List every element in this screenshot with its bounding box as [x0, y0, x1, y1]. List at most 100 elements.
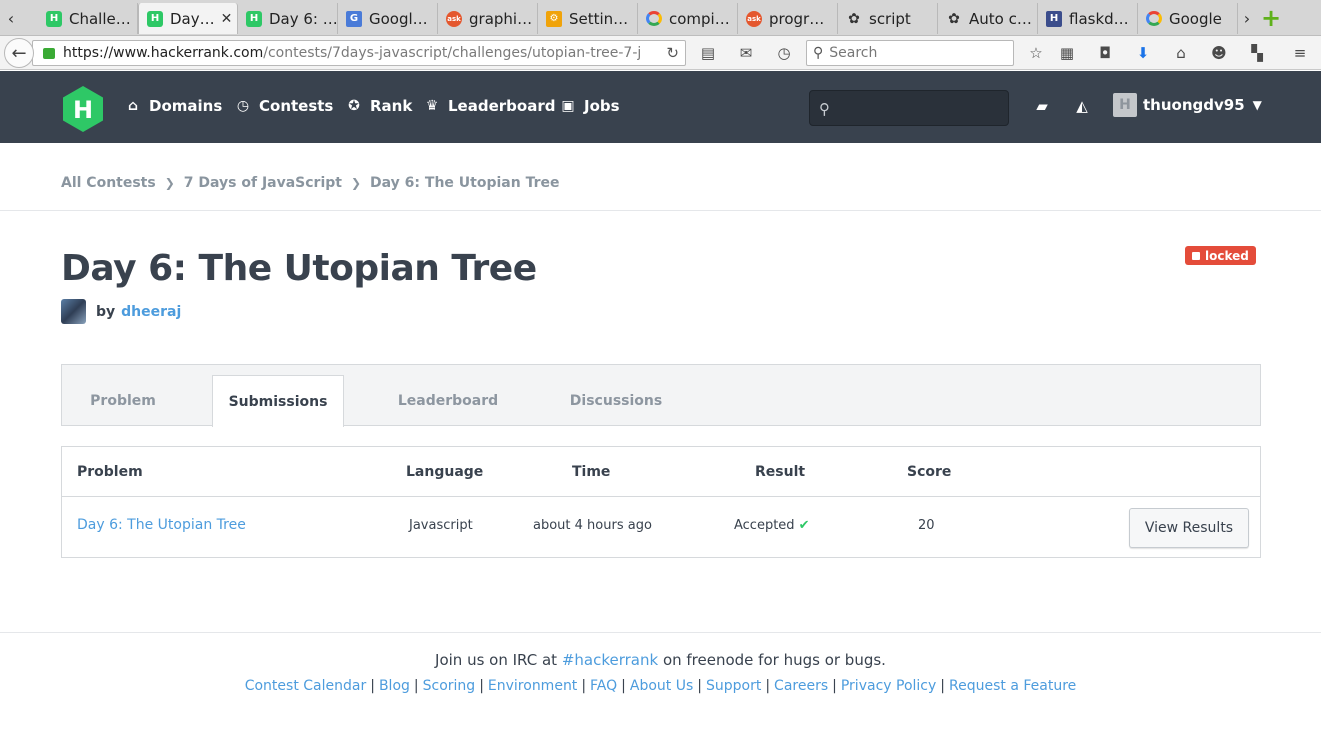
tab-leaderboard[interactable]: Leaderboard	[372, 375, 524, 427]
ask-icon: ask	[446, 10, 462, 27]
menu-icon[interactable]: ≡	[1290, 43, 1310, 63]
messages-icon[interactable]: ▰	[1032, 96, 1052, 116]
tab-title: Googl…	[369, 9, 428, 28]
bookmarks-list-icon[interactable]: ▦	[1057, 43, 1077, 63]
username: thuongdv95	[1143, 96, 1245, 114]
footer-link-faq[interactable]: FAQ	[590, 678, 617, 694]
header-score: Score	[907, 464, 952, 480]
tab-problem[interactable]: Problem	[62, 375, 184, 427]
tab-title: script	[869, 9, 911, 28]
back-button[interactable]: ←	[4, 38, 34, 68]
mail-icon[interactable]: ✉	[736, 43, 756, 63]
download-icon[interactable]: ⬇	[1133, 43, 1153, 63]
home-icon: ⌂	[127, 98, 139, 114]
browser-nav-bar: https://www.hackerrank.com/contests/7day…	[0, 36, 1321, 70]
new-tab-icon[interactable]: +	[1259, 4, 1283, 32]
pocket-icon[interactable]: ◘	[1095, 43, 1115, 63]
settings-icon: ⚙	[546, 10, 562, 27]
footer-link-careers[interactable]: Careers	[774, 678, 828, 694]
site-search-input[interactable]: ⚲	[809, 90, 1009, 126]
separator: |	[832, 678, 837, 694]
user-menu[interactable]: H thuongdv95 ▼	[1113, 93, 1262, 117]
tab-submissions[interactable]: Submissions	[212, 375, 344, 427]
browser-tab[interactable]: ask graphi…	[438, 3, 538, 34]
table-header: Problem Language Time Result Score	[62, 447, 1260, 497]
nav-contests[interactable]: ◷ Contests	[234, 97, 333, 115]
nav-domains[interactable]: ⌂ Domains	[124, 97, 222, 115]
browser-tab[interactable]: Google	[1138, 3, 1238, 34]
browser-tab[interactable]: G Googl…	[338, 3, 438, 34]
tab-title: flaskd…	[1069, 9, 1129, 28]
view-results-button[interactable]: View Results	[1129, 508, 1249, 548]
footer-link-support[interactable]: Support	[706, 678, 761, 694]
tab-scroll-right-icon[interactable]: ›	[1238, 0, 1256, 36]
browser-tab[interactable]: ✿ script	[838, 3, 938, 34]
header-language: Language	[406, 464, 484, 480]
separator: |	[413, 678, 419, 694]
browser-tab[interactable]: compi…	[638, 3, 738, 34]
irc-channel-link[interactable]: #hackerrank	[562, 651, 658, 669]
tab-discussions[interactable]: Discussions	[544, 375, 688, 427]
problem-link[interactable]: Day 6: The Utopian Tree	[77, 517, 246, 533]
nav-label: Leaderboard	[448, 97, 556, 115]
browser-tab-bar: ‹ H Challe… H Day… ✕ H Day 6: … G Googl……	[0, 0, 1321, 36]
nav-label: Contests	[259, 97, 334, 115]
browser-tab[interactable]: ⚙ Settin…	[538, 3, 638, 34]
url-bar[interactable]: https://www.hackerrank.com/contests/7day…	[32, 40, 686, 66]
irc-suffix: on freenode for hugs or bugs.	[662, 651, 886, 669]
back-arrow-icon: ←	[11, 42, 27, 64]
breadcrumb-contest[interactable]: 7 Days of JavaScript	[184, 175, 342, 191]
nav-label: Jobs	[584, 97, 620, 115]
grid-icon[interactable]: ▚	[1247, 43, 1267, 63]
checkmark-icon: ✔	[798, 518, 810, 533]
reload-icon[interactable]: ↻	[666, 44, 679, 62]
google-translate-icon: G	[346, 10, 362, 27]
bookmark-star-icon[interactable]: ☆	[1026, 43, 1046, 63]
nav-rank[interactable]: ✪ Rank	[345, 97, 412, 115]
history-icon[interactable]: ◷	[774, 43, 794, 63]
footer-link-contest-calendar[interactable]: Contest Calendar	[245, 678, 367, 694]
browser-tab[interactable]: H flaskd…	[1038, 3, 1138, 34]
reader-view-icon[interactable]: ▤	[698, 43, 718, 63]
footer-link-environment[interactable]: Environment	[488, 678, 577, 694]
browser-tab[interactable]: ✿ Auto c…	[938, 3, 1038, 34]
author-avatar[interactable]	[61, 299, 86, 324]
footer-link-privacy-policy[interactable]: Privacy Policy	[841, 678, 936, 694]
close-icon[interactable]: ✕	[215, 11, 233, 27]
browser-tab-active[interactable]: H Day… ✕	[138, 3, 238, 34]
footer-links: Contest Calendar | Blog | Scoring | Environ…	[0, 678, 1321, 694]
header-problem: Problem	[77, 464, 143, 480]
footer-link-about-us[interactable]: About Us	[630, 678, 693, 694]
nav-label: Domains	[149, 97, 223, 115]
footer-link-scoring[interactable]: Scoring	[423, 678, 476, 694]
author-link[interactable]: dheeraj	[121, 304, 181, 320]
nav-leaderboard[interactable]: ♛ Leaderboard	[423, 97, 556, 115]
home-icon[interactable]: ⌂	[1171, 43, 1191, 63]
separator: |	[370, 678, 375, 694]
breadcrumb-all-contests[interactable]: All Contests	[61, 175, 156, 191]
browser-tab[interactable]: H Day 6: …	[238, 3, 338, 34]
tab-title: Challe…	[69, 9, 131, 28]
tab-title: Day…	[170, 9, 215, 28]
browser-search-input[interactable]: ⚲ Search	[806, 40, 1014, 66]
footer-link-blog[interactable]: Blog	[379, 678, 410, 694]
tab-label: Leaderboard	[397, 393, 499, 409]
nav-jobs[interactable]: ▣ Jobs	[559, 97, 620, 115]
status-badge-label: locked	[1205, 248, 1249, 263]
hackerrank-logo[interactable]: H	[61, 85, 105, 133]
chevron-right-icon: ❯	[350, 176, 362, 190]
tab-scroll-left-icon[interactable]: ‹	[2, 0, 20, 36]
chat-icon[interactable]: ☻	[1209, 43, 1229, 63]
search-placeholder: Search	[829, 45, 878, 61]
time-cell: about 4 hours ago	[533, 518, 652, 533]
footer-link-request-feature[interactable]: Request a Feature	[949, 678, 1076, 694]
tab-title: progr…	[769, 9, 825, 28]
tab-title: graphi…	[469, 9, 533, 28]
browser-tab[interactable]: ask progr…	[738, 3, 838, 34]
separator: |	[765, 678, 771, 694]
hackerrank-icon: H	[46, 10, 62, 27]
notifications-icon[interactable]: ◭	[1072, 96, 1092, 116]
browser-tab[interactable]: H Challe…	[38, 3, 138, 34]
url-text[interactable]: https://www.hackerrank.com/contests/7day…	[63, 45, 643, 61]
breadcrumb-challenge[interactable]: Day 6: The Utopian Tree	[370, 175, 559, 191]
